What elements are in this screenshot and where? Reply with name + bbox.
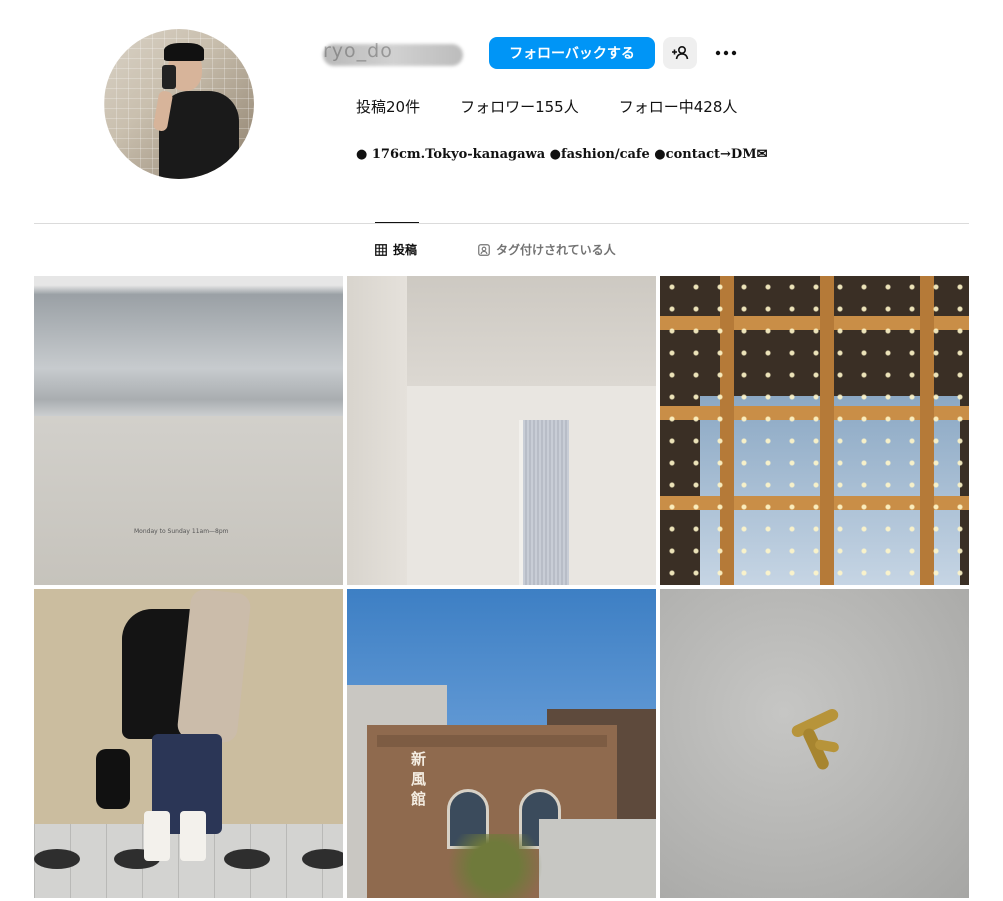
- username-text: ryo_do: [323, 40, 393, 62]
- post-thumbnail[interactable]: [347, 276, 656, 585]
- photo-drain: [34, 849, 80, 869]
- follow-back-button[interactable]: フォローバックする: [489, 37, 655, 69]
- photo-wall: [347, 276, 407, 585]
- photo-boot: [144, 811, 170, 861]
- photo-drain: [224, 849, 270, 869]
- tab-posts-label: 投稿: [393, 243, 418, 257]
- photo-ceiling: [407, 276, 656, 386]
- grid-icon: [375, 243, 387, 256]
- photo-window: [519, 420, 569, 585]
- photo-tree: [447, 834, 567, 898]
- post-thumbnail[interactable]: Monday to Sunday 11am—8pm: [34, 276, 343, 585]
- post-thumbnail[interactable]: [660, 276, 969, 585]
- post-thumbnail[interactable]: 新風館: [347, 589, 656, 898]
- followers-count[interactable]: フォロワー155人: [460, 96, 579, 117]
- profile-avatar[interactable]: [104, 29, 254, 179]
- more-horizontal-icon: [715, 50, 737, 56]
- posts-count: 投稿20件: [356, 98, 421, 116]
- photo-sign: 新風館: [411, 750, 427, 808]
- tab-tagged-label: タグ付けされている人: [496, 243, 616, 257]
- avatar-figure-hair: [164, 43, 204, 61]
- post-thumbnail[interactable]: [660, 589, 969, 898]
- photo-boot: [180, 811, 206, 861]
- active-tab-indicator: [375, 222, 419, 223]
- tabs-divider: [34, 223, 969, 224]
- tagged-person-icon: [478, 243, 490, 256]
- profile-stats: 投稿20件 フォロワー155人 フォロー中428人: [356, 96, 777, 117]
- profile-bio: ● 176cm.Tokyo-kanagawa ●fashion/cafe ●co…: [356, 147, 768, 162]
- photo-bag: [96, 749, 130, 809]
- person-add-icon: [672, 46, 689, 60]
- avatar-phone: [162, 65, 176, 89]
- following-count[interactable]: フォロー中428人: [619, 96, 738, 117]
- photo-caption: Monday to Sunday 11am—8pm: [134, 528, 229, 535]
- photo-floor: [34, 416, 343, 585]
- suggest-accounts-button[interactable]: [663, 37, 697, 69]
- photo-cornice: [377, 735, 607, 747]
- photo-lights: [660, 276, 969, 585]
- tab-posts[interactable]: 投稿: [375, 241, 417, 258]
- post-thumbnail[interactable]: [34, 589, 343, 898]
- profile-username: ryo_do: [323, 40, 463, 70]
- photo-drain: [302, 849, 343, 869]
- more-options-button[interactable]: [710, 37, 742, 69]
- tab-tagged[interactable]: タグ付けされている人: [478, 241, 616, 258]
